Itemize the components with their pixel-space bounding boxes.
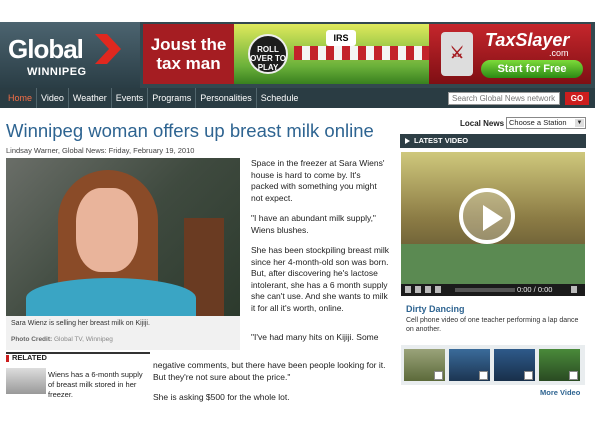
nav-item-weather[interactable]: Weather [69,88,112,108]
local-news-label: Local News [460,119,505,128]
rewind-icon[interactable] [415,286,421,293]
article-paragraph-5: She is asking $500 for the whole lot. [153,392,290,402]
global-winnipeg-logo[interactable]: Global WINNIPEG [0,22,140,88]
logo-city-text: WINNIPEG [27,66,87,78]
play-icon [479,371,488,380]
play-icon [569,371,578,380]
volume-icon[interactable] [435,286,441,293]
play-icon [524,371,533,380]
nav-item-programs[interactable]: Programs [148,88,197,108]
ad-tent-graphic [294,46,429,60]
nav-item-video[interactable]: Video [37,88,69,108]
article-headline: Winnipeg woman offers up breast milk onl… [6,120,374,141]
nav-item-home[interactable]: Home [4,88,38,108]
main-nav: Home Video Weather Events Programs Perso… [0,88,595,108]
logo-global-text: Global [8,34,84,64]
article-byline: Lindsay Warner, Global News: Friday, Feb… [6,146,195,155]
video-player[interactable] [401,152,585,284]
more-video-link[interactable]: More Video [540,388,580,397]
nav-item-events[interactable]: Events [112,88,149,108]
ad-banner-headline: Joust the tax man [143,24,234,84]
photo-credit: Photo Credit: Global TV, Winnipeg [11,336,113,343]
fast-forward-icon[interactable] [425,286,431,293]
article-body-wide: negative comments, but there have been p… [153,360,389,413]
ad-cta-button[interactable]: Start for Free [481,60,583,78]
chevron-down-icon: ▼ [575,119,584,127]
knight-shield-icon: ⚔ [441,32,473,76]
related-heading: RELATED [6,352,150,362]
latest-video-heading: LATEST VIDEO [400,134,586,148]
video-thumbnail[interactable] [449,349,490,381]
video-time: 0:00 / 0:00 [517,285,553,294]
article-paragraph: Space in the freezer at Sara Wiens' hous… [251,158,385,203]
article-paragraph-4-start: "I've had many hits on Kijiji. Some [251,332,379,342]
video-thumbnail[interactable] [404,349,445,381]
video-thumbnails [401,345,585,385]
photo-credit-label: Photo Credit: [11,336,53,343]
video-thumbnail[interactable] [539,349,580,381]
photo-caption-box: Sara Wienz is selling her breast milk on… [6,316,240,350]
play-icon[interactable] [459,188,515,244]
fullscreen-icon[interactable] [571,286,577,293]
ad-banner[interactable]: Joust the tax man ROLL OVER TO PLAY IRS … [143,24,591,84]
related-item-link[interactable]: Wiens has a 6-month supply of breast mil… [48,370,148,400]
related-thumbnail[interactable] [6,368,46,394]
photo-credit-value: Global TV, Winnipeg [53,336,113,343]
ad-brand-suffix: .com [549,48,569,58]
article-paragraph-4-rest: negative comments, but there have been p… [153,360,386,382]
photo-shirt [26,278,196,316]
ad-taxslayer[interactable]: ⚔ TaxSlayer .com Start for Free [429,24,591,84]
play-small-icon[interactable] [405,286,411,293]
play-icon [434,371,443,380]
video-progress-bar[interactable] [455,288,515,292]
ad-rollover-button[interactable]: ROLL OVER TO PLAY [248,34,288,74]
video-thumbnail[interactable] [494,349,535,381]
video-description: Cell phone video of one teacher performi… [406,317,579,333]
article-photo[interactable] [6,158,240,316]
photo-face [76,188,138,272]
ad-banner-game[interactable]: ROLL OVER TO PLAY IRS [234,24,429,84]
photo-caption: Sara Wienz is selling her breast milk on… [11,320,150,327]
nav-item-personalities[interactable]: Personalities [196,88,257,108]
station-select-value: Choose a Station [509,118,567,127]
logo-chevron-icon [95,34,121,64]
video-floor [401,244,585,284]
station-select[interactable]: Choose a Station ▼ [506,117,586,129]
article-paragraph: She has been stockpiling breast milk sin… [251,245,389,313]
ad-irs-label: IRS [326,30,356,46]
article-paragraph: "I have an abundant milk supply," Wiens … [251,213,376,235]
article-body: Space in the freezer at Sara Wiens' hous… [251,158,389,323]
search-input[interactable] [448,92,560,105]
video-title-link[interactable]: Dirty Dancing [406,304,465,314]
search-go-button[interactable]: GO [565,92,589,105]
site-header: Global WINNIPEG Joust the tax man ROLL O… [0,22,595,88]
nav-item-schedule[interactable]: Schedule [257,88,303,108]
video-controls: 0:00 / 0:00 [401,284,585,296]
